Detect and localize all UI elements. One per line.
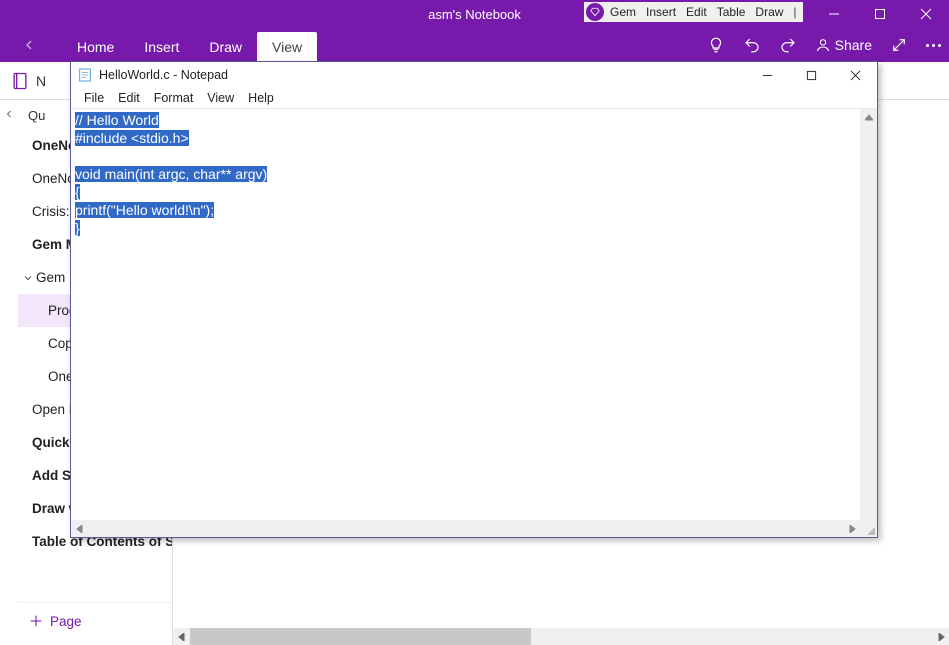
undo-icon[interactable] [743, 36, 761, 54]
scroll-track[interactable] [88, 520, 843, 537]
ribbon-tab-home[interactable]: Home [62, 32, 129, 62]
scroll-track[interactable] [190, 628, 932, 645]
lightbulb-icon[interactable] [707, 36, 725, 54]
notepad-minimize-button[interactable] [745, 62, 789, 88]
gem-tab-draw[interactable]: Draw [751, 5, 787, 19]
fullscreen-icon[interactable] [890, 36, 908, 54]
scroll-up-icon[interactable] [860, 109, 877, 126]
scroll-thumb[interactable] [190, 628, 531, 645]
add-page-label: Page [50, 614, 82, 629]
scroll-right-icon[interactable] [932, 628, 949, 645]
notepad-close-button[interactable] [833, 62, 877, 88]
scroll-left-icon[interactable] [173, 628, 190, 645]
notepad-title: HelloWorld.c - Notepad [99, 68, 228, 82]
resize-grip-icon[interactable] [860, 520, 877, 537]
notepad-text-area[interactable]: // Hello World#include <stdio.h> void ma… [71, 109, 877, 239]
add-page-button[interactable]: Page [18, 602, 172, 645]
gem-tab-edit[interactable]: Edit [682, 5, 711, 19]
notebook-icon[interactable] [10, 71, 30, 91]
notepad-hscrollbar[interactable] [71, 520, 877, 537]
scroll-right-icon[interactable] [843, 520, 860, 537]
ribbon-tab-draw[interactable]: Draw [194, 32, 257, 62]
ribbon-tab-view[interactable]: View [257, 32, 317, 62]
gem-toolbar: Gem Insert Edit Table Draw | [584, 2, 803, 22]
gem-tab-insert[interactable]: Insert [642, 5, 680, 19]
ribbon-tab-insert[interactable]: Insert [129, 32, 194, 62]
gem-logo-icon[interactable] [586, 3, 604, 21]
gem-tab-table[interactable]: Table [713, 5, 750, 19]
subbar-label[interactable]: N [36, 73, 46, 89]
notepad-app-icon [77, 67, 93, 83]
onenote-window-controls [811, 0, 949, 28]
chevron-down-icon [22, 272, 34, 284]
onenote-window-title: asm's Notebook [428, 7, 521, 22]
notepad-window-controls [745, 62, 877, 88]
onenote-hscrollbar[interactable] [173, 628, 949, 645]
notepad-menu-help[interactable]: Help [241, 91, 281, 105]
onenote-ribbon: Home Insert Draw View Share [0, 28, 949, 62]
notepad-titlebar[interactable]: HelloWorld.c - Notepad [71, 62, 877, 88]
share-button[interactable]: Share [815, 37, 872, 53]
close-button[interactable] [903, 0, 949, 28]
back-button[interactable] [14, 37, 44, 53]
notepad-window[interactable]: HelloWorld.c - Notepad File Edit Format … [70, 61, 878, 538]
minimize-button[interactable] [811, 0, 857, 28]
notepad-body: // Hello World#include <stdio.h> void ma… [71, 109, 877, 537]
notepad-menu-edit[interactable]: Edit [111, 91, 147, 105]
notepad-menu-view[interactable]: View [200, 91, 241, 105]
notepad-menu-file[interactable]: File [77, 91, 111, 105]
onenote-titlebar[interactable]: asm's Notebook Gem Insert Edit Table Dra… [0, 0, 949, 28]
scroll-left-icon[interactable] [71, 520, 88, 537]
maximize-button[interactable] [857, 0, 903, 28]
sidebar-nav-back[interactable] [0, 100, 18, 645]
share-label: Share [835, 37, 872, 53]
gem-divider: | [789, 5, 800, 19]
notepad-maximize-button[interactable] [789, 62, 833, 88]
gem-tab-gem[interactable]: Gem [606, 5, 640, 19]
redo-icon[interactable] [779, 36, 797, 54]
notepad-vscrollbar[interactable] [860, 109, 877, 520]
notepad-menubar: File Edit Format View Help [71, 88, 877, 109]
notepad-menu-format[interactable]: Format [147, 91, 201, 105]
ribbon-right-controls: Share [707, 36, 941, 54]
more-icon[interactable] [926, 44, 941, 47]
